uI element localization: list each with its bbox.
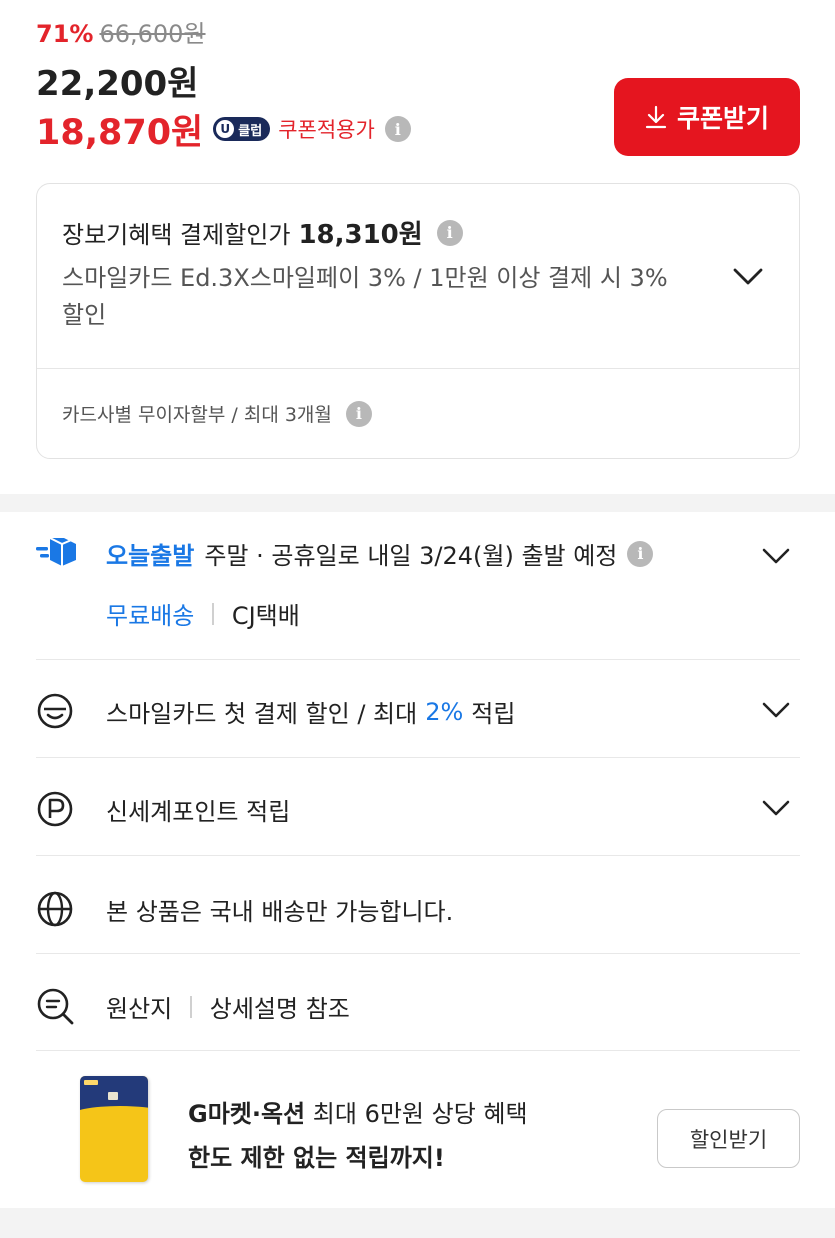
shipping-title: 오늘출발 주말 · 공휴일로 내일 3/24(월) 출발 예정 i — [106, 536, 654, 571]
smile-card-image — [80, 1076, 148, 1182]
sale-price: 22,200원 — [36, 64, 199, 104]
domestic-shipping-text: 본 상품은 국내 배송만 가능합니다. — [106, 898, 454, 926]
download-icon — [645, 105, 667, 129]
shipping-subline: 무료배송 CJ택배 — [106, 596, 300, 631]
benefit-description: 스마일카드 Ed.3X스마일페이 3% / 1만원 이상 결제 시 3% 할인 — [62, 264, 668, 330]
divider — [36, 855, 800, 856]
domestic-shipping-row: 본 상품은 국내 배송만 가능합니다. — [36, 888, 800, 928]
benefit-title-row: 장보기혜택 결제할인가 18,310원 i — [62, 214, 463, 251]
info-icon[interactable]: i — [384, 116, 411, 142]
origin-row: 원산지 상세설명 참조 — [36, 985, 800, 1025]
benefit-price: 18,310원 — [298, 220, 423, 250]
uclub-badge-label: 클럽 — [238, 123, 263, 139]
discount-rate: 71% — [36, 20, 94, 48]
chevron-down-icon[interactable] — [760, 546, 792, 566]
info-icon[interactable]: i — [345, 400, 372, 427]
section-gap — [0, 494, 835, 512]
coupon-button-label: 쿠폰받기 — [676, 104, 769, 133]
uclub-badge: U 클럽 — [213, 117, 271, 141]
separator — [190, 995, 192, 1018]
info-icon[interactable]: i — [627, 540, 654, 567]
benefit-title: 장보기혜택 결제할인가 — [62, 221, 291, 249]
smilecard-row[interactable]: 스마일카드 첫 결제 할인 / 최대 2% 적립 — [36, 690, 800, 730]
uclub-badge-letter: U — [216, 120, 235, 138]
search-list-icon — [37, 988, 74, 1025]
divider — [37, 368, 799, 369]
installment-row: 카드사별 무이자할부 / 최대 3개월 i — [62, 400, 372, 427]
divider — [36, 659, 800, 660]
divider — [36, 953, 800, 954]
origin-text: 원산지 상세설명 참조 — [106, 989, 350, 1024]
point-p-icon — [37, 791, 73, 827]
installment-text: 카드사별 무이자할부 / 최대 3개월 — [62, 404, 332, 426]
coupon-download-button[interactable]: 쿠폰받기 — [614, 78, 800, 156]
chevron-down-icon[interactable] — [731, 266, 765, 288]
delivery-truck-icon — [36, 537, 77, 566]
coupon-label: 쿠폰적용가 — [278, 118, 375, 142]
smilecard-text-before: 스마일카드 첫 결제 할인 / 최대 — [106, 700, 418, 728]
carrier-label: CJ택배 — [231, 602, 300, 630]
smilecard-text: 스마일카드 첫 결제 할인 / 최대 2% 적립 — [106, 694, 515, 729]
section-gap — [0, 1208, 835, 1238]
separator — [212, 602, 214, 625]
origin-label: 원산지 — [106, 995, 173, 1023]
get-discount-button[interactable]: 할인받기 — [657, 1109, 800, 1168]
divider — [36, 1050, 800, 1051]
payment-benefit-box: 장보기혜택 결제할인가 18,310원 i 스마일카드 Ed.3X스마일페이 3… — [36, 183, 800, 459]
points-row[interactable]: 신세계포인트 적립 — [36, 788, 800, 828]
shipping-brand: 오늘출발 — [106, 542, 195, 570]
globe-icon — [37, 891, 73, 927]
smilecard-percent: 2% — [425, 697, 464, 726]
coupon-price: 18,870원 — [36, 112, 204, 153]
discount-row: 71% 66,600원 — [36, 14, 206, 48]
coupon-price-row: 18,870원 U 클럽 쿠폰적용가 i — [36, 108, 411, 153]
chevron-down-icon[interactable] — [760, 700, 792, 720]
info-icon[interactable]: i — [436, 219, 463, 246]
shipping-row[interactable]: 오늘출발 주말 · 공휴일로 내일 3/24(월) 출발 예정 i 무료배송 C… — [36, 530, 800, 640]
promo-line1: G마켓·옥션 최대 6만원 상당 혜택 — [188, 1094, 528, 1129]
divider — [36, 757, 800, 758]
free-shipping-label: 무료배송 — [106, 602, 195, 630]
original-price: 66,600원 — [99, 20, 206, 48]
promo-line2: 한도 제한 없는 적립까지! — [188, 1144, 445, 1172]
promo-brand: G마켓·옥션 — [188, 1100, 306, 1128]
shipping-text: 주말 · 공휴일로 내일 3/24(월) 출발 예정 — [204, 542, 618, 570]
smilecard-text-after: 적립 — [471, 700, 516, 728]
origin-value: 상세설명 참조 — [209, 995, 350, 1023]
promo-line1-rest: 최대 6만원 상당 혜택 — [312, 1100, 528, 1128]
points-text: 신세계포인트 적립 — [106, 798, 291, 826]
smile-card-icon — [37, 693, 73, 729]
chevron-down-icon[interactable] — [760, 798, 792, 818]
